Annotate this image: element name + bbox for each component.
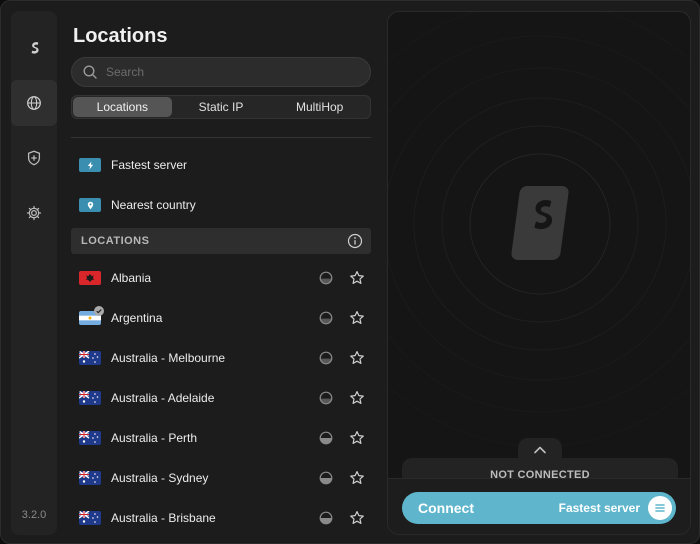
tab-locations[interactable]: Locations <box>73 97 172 117</box>
list-item[interactable]: Australia - Melbourne <box>71 338 371 378</box>
sidebar-item-security[interactable] <box>11 135 57 181</box>
surfshark-logo-icon <box>511 186 569 260</box>
list-item[interactable]: Albania <box>71 258 371 298</box>
locations-section-header: LOCATIONS <box>71 228 371 254</box>
favorite-star-icon[interactable] <box>349 270 365 286</box>
favorite-star-icon[interactable] <box>349 470 365 486</box>
location-tabs: Locations Static IP MultiHop <box>71 95 371 119</box>
location-name: Australia - Adelaide <box>111 391 215 405</box>
server-load-icon <box>319 351 333 365</box>
location-name: Australia - Sydney <box>111 471 209 485</box>
server-load-icon <box>319 471 333 485</box>
location-name: Albania <box>111 271 152 285</box>
fastest-server-label: Fastest server <box>111 158 188 172</box>
australia-flag-icon <box>79 471 101 485</box>
location-name: Australia - Perth <box>111 431 198 445</box>
app-version: 3.2.0 <box>21 509 47 521</box>
location-name: Australia - Melbourne <box>111 351 226 365</box>
connection-panel: NOT CONNECTED Connect Fastest server <box>387 11 691 535</box>
favorite-star-icon[interactable] <box>349 510 365 526</box>
tab-static-ip[interactable]: Static IP <box>172 97 271 117</box>
server-menu-button[interactable] <box>648 496 672 520</box>
nearest-country-item[interactable]: Nearest country <box>71 187 371 223</box>
location-pin-icon <box>79 198 101 212</box>
australia-flag-icon <box>79 511 101 525</box>
locations-panel: Locations Locations Static IP MultiHop F… <box>57 1 381 543</box>
list-menu-icon <box>655 504 665 512</box>
server-load-icon <box>319 431 333 445</box>
location-name: Argentina <box>111 311 163 325</box>
albania-flag-icon <box>79 271 101 285</box>
nearest-country-label: Nearest country <box>111 198 196 212</box>
server-load-icon <box>319 311 333 325</box>
australia-flag-icon <box>79 351 101 365</box>
fastest-server-item[interactable]: Fastest server <box>71 147 371 183</box>
connect-card: Connect Fastest server <box>388 478 690 534</box>
connect-label: Connect <box>418 500 474 516</box>
search-box[interactable] <box>71 57 371 87</box>
sidebar-item-locations[interactable] <box>11 80 57 126</box>
surfshark-logo-icon[interactable] <box>11 25 57 71</box>
australia-flag-icon <box>79 431 101 445</box>
page-title: Locations <box>73 25 168 47</box>
lightning-icon <box>79 158 101 172</box>
list-item[interactable]: Australia - Sydney <box>71 458 371 498</box>
sidebar: 3.2.0 <box>11 11 57 535</box>
location-name: Australia - Brisbane <box>111 511 216 525</box>
search-input[interactable] <box>106 65 356 79</box>
tab-multihop[interactable]: MultiHop <box>270 97 369 117</box>
divider <box>71 137 371 138</box>
app-window: 3.2.0 Locations Locations Static IP Mult… <box>0 0 700 544</box>
sidebar-item-settings[interactable] <box>11 190 57 236</box>
selected-server-label: Fastest server <box>558 501 640 515</box>
server-load-icon <box>319 271 333 285</box>
section-header-label: LOCATIONS <box>81 235 150 247</box>
shield-icon <box>27 150 41 166</box>
server-load-icon <box>319 511 333 525</box>
favorite-star-icon[interactable] <box>349 350 365 366</box>
globe-icon <box>27 96 41 110</box>
favorite-star-icon[interactable] <box>349 390 365 406</box>
list-item[interactable]: Australia - Perth <box>71 418 371 458</box>
list-item[interactable]: Argentina <box>71 298 371 338</box>
chevron-up-icon <box>534 446 546 454</box>
server-load-icon <box>319 391 333 405</box>
search-icon <box>83 65 97 79</box>
australia-flag-icon <box>79 391 101 405</box>
location-list: Albania Argentina Australia - Melbourne … <box>71 258 371 538</box>
favorite-star-icon[interactable] <box>349 430 365 446</box>
list-item[interactable]: Australia - Adelaide <box>71 378 371 418</box>
list-item[interactable]: Australia - Brisbane <box>71 498 371 538</box>
virtual-location-badge-icon <box>94 306 104 316</box>
gear-icon <box>26 205 42 221</box>
info-icon[interactable] <box>347 233 363 249</box>
connect-button[interactable]: Connect Fastest server <box>402 492 676 524</box>
favorite-star-icon[interactable] <box>349 310 365 326</box>
